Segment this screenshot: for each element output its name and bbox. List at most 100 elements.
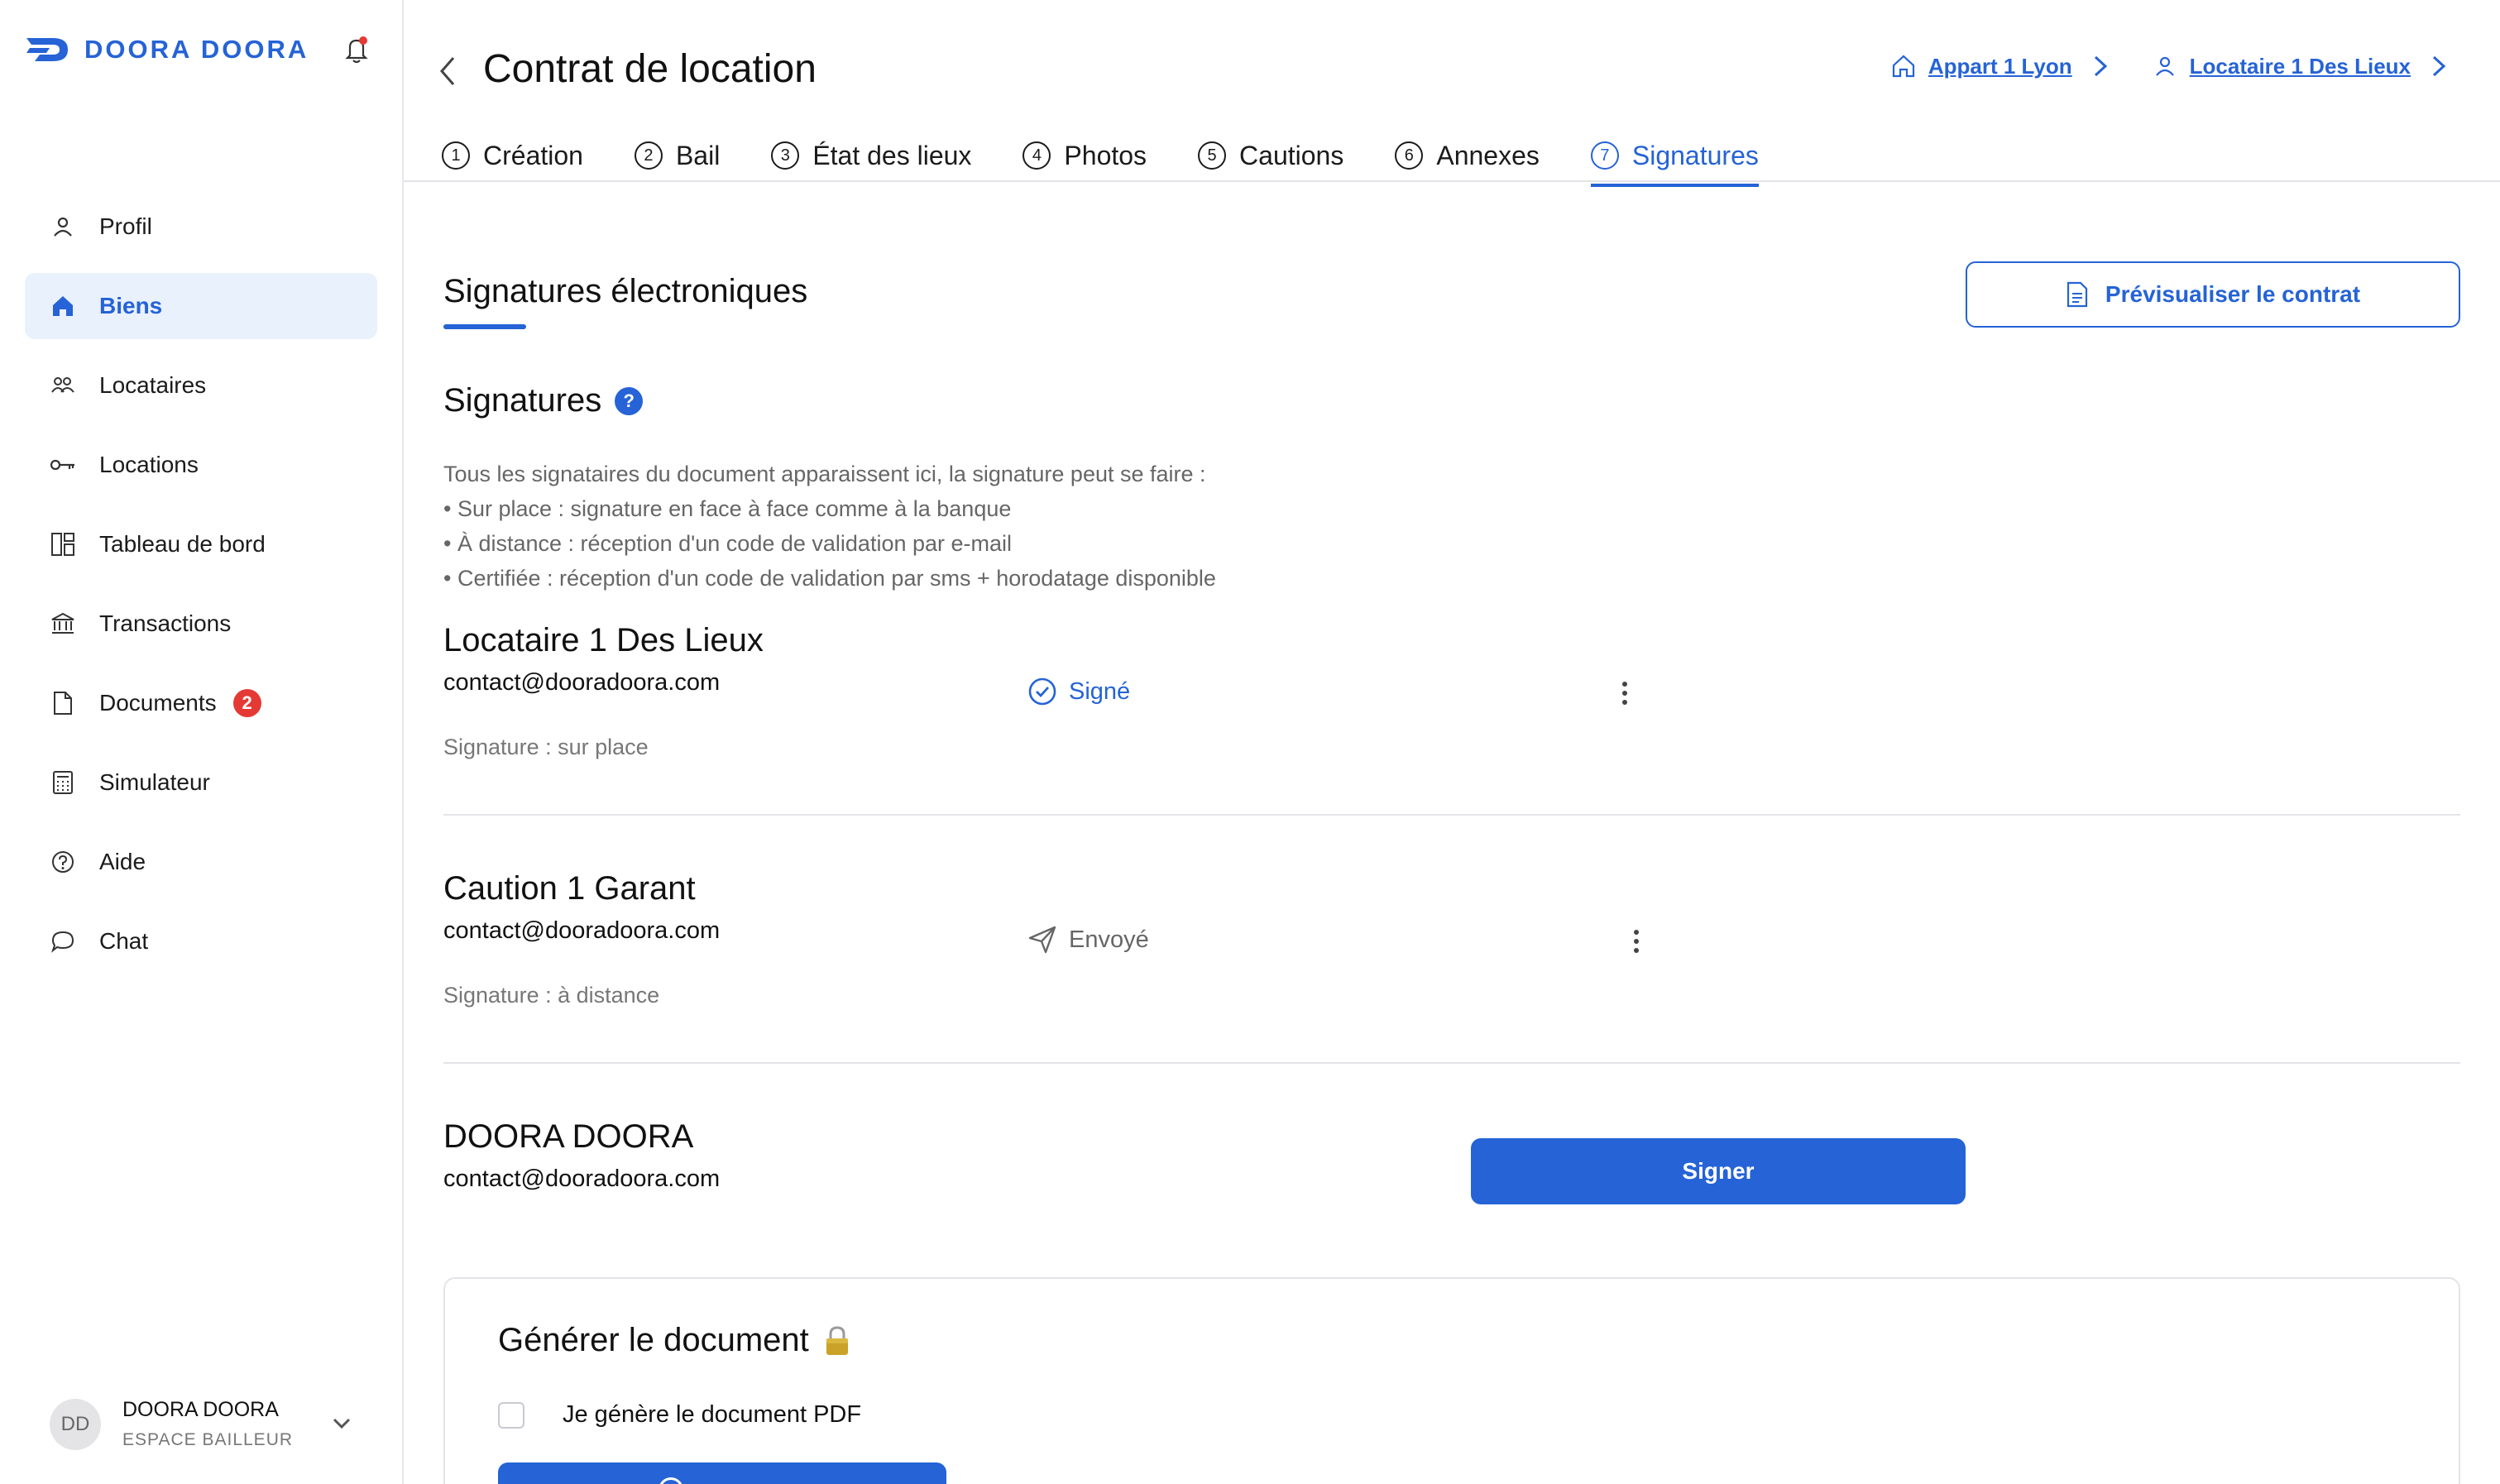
info-line: • À distance : réception d'un code de va… [443,531,1013,556]
avatar: DD [50,1398,101,1450]
send-icon [1028,926,1056,954]
breadcrumb-label: Appart 1 Lyon [1928,53,2072,79]
breadcrumb: Appart 1 Lyon Locataire 1 Des Lieux [1849,53,2449,79]
documents-count-badge: 2 [232,689,261,717]
back-arrow-icon[interactable] [435,55,460,88]
tab-signatures[interactable]: 7 Signatures [1590,132,1759,187]
step-number: 3 [771,141,800,170]
sidebar-item-label: Tableau de bord [99,531,266,557]
user-menu[interactable]: DD DOORA DOORA ESPACE BAILLEUR [50,1398,356,1450]
signer-row: Locataire 1 Des Lieux contact@dooradoora… [443,622,2460,760]
chevron-down-icon[interactable] [328,1410,356,1438]
section-title: Signatures électroniques [443,273,808,309]
tab-annexes[interactable]: 6 Annexes [1395,132,1540,179]
generate-pdf-checkbox[interactable] [498,1401,524,1429]
chevron-right-icon [2094,55,2107,77]
help-icon[interactable]: ? [615,386,644,415]
signer-email: contact@dooradoora.com [443,917,721,944]
tab-cautions[interactable]: 5 Cautions [1198,132,1343,179]
sidebar-item-transactions[interactable]: Transactions [25,591,377,657]
user-name: DOORA DOORA [122,1398,279,1421]
sidebar-item-label: Documents [99,690,217,716]
sidebar-item-aide[interactable]: Aide [25,829,377,895]
sidebar-item-simulateur[interactable]: Simulateur [25,749,377,816]
chevron-right-icon [2432,55,2446,77]
sidebar-item-documents[interactable]: Documents 2 [25,670,377,736]
signer-mode: Signature : sur place [443,735,649,759]
sidebar-item-profil[interactable]: Profil [25,194,377,260]
sign-button[interactable]: Signer [1471,1138,1966,1204]
breadcrumb-label: Locataire 1 Des Lieux [2189,53,2411,79]
check-circle-icon [1028,677,1056,706]
breadcrumb-property-link[interactable]: Appart 1 Lyon [1890,53,2110,79]
sidebar-item-locations[interactable]: Locations [25,432,377,498]
generate-document-card: Générer le document Je génère le documen… [443,1277,2460,1484]
logo[interactable]: DOORA DOORA [25,33,309,66]
status-label: Signé [1069,677,1131,705]
generate-pdf-label: Je génère le document PDF [563,1401,862,1428]
signatures-heading-text: Signatures [443,382,602,419]
preview-contract-label: Prévisualiser le contrat [2105,281,2361,307]
document-icon [2067,281,2088,308]
lock-icon [826,1325,848,1355]
signer-mode: Signature : à distance [443,983,660,1008]
info-line: Tous les signataires du document apparai… [443,462,1206,486]
sidebar-item-label: Simulateur [99,769,210,795]
sidebar-item-label: Biens [99,293,163,318]
user-icon [50,213,76,240]
document-icon [50,690,76,716]
signer-email: contact@dooradoora.com [443,669,721,696]
sidebar-item-label: Chat [99,928,149,954]
signer-divider [443,1062,2460,1064]
sidebar-item-label: Locataires [99,372,207,398]
calculator-icon [50,769,76,796]
signature-info: Tous les signataires du document apparai… [443,457,1216,596]
step-tabs: 1 Création 2 Bail 3 État des lieux 4 Photos … [442,132,1810,187]
logo-icon [26,38,68,61]
signer-name: DOORA DOORA [443,1118,694,1155]
sidebar-item-locataires[interactable]: Locataires [25,352,377,419]
sidebar-item-chat[interactable]: Chat [25,908,377,974]
tabs-divider [404,180,2500,182]
signer-divider [443,814,2460,816]
tab-label: État des lieux [812,140,972,170]
signer-name: Caution 1 Garant [443,870,696,907]
more-options-icon[interactable] [1631,926,1641,956]
step-number: 6 [1395,141,1424,170]
dashboard-icon [50,531,76,558]
tab-bail[interactable]: 2 Bail [634,132,721,179]
sidebar-item-biens[interactable]: Biens [25,273,377,339]
user-icon [2155,56,2174,76]
more-options-icon[interactable] [1620,678,1630,708]
sidebar-item-label: Profil [99,213,152,239]
sidebar-item-tableau-de-bord[interactable]: Tableau de bord [25,511,377,577]
tab-label: Cautions [1239,140,1344,170]
status-label: Envoyé [1069,926,1149,953]
generate-title-text: Générer le document [498,1322,809,1358]
tab-label: Annexes [1436,140,1540,170]
step-number: 2 [634,141,663,170]
sidebar-item-label: Aide [99,849,146,874]
info-line: • Sur place : signature en face à face c… [443,496,1012,521]
sidebar-item-label: Transactions [99,610,232,636]
generate-document-button[interactable] [498,1462,946,1484]
signatures-heading: Signatures ? [443,382,644,419]
preview-contract-button[interactable]: Prévisualiser le contrat [1966,261,2460,328]
signer-row: DOORA DOORA contact@dooradoora.com [443,1118,2460,1193]
tab-label: Bail [675,140,721,170]
bank-icon [50,610,76,637]
notification-bell-icon[interactable] [342,35,371,65]
step-number: 1 [442,141,470,170]
breadcrumb-tenant-link[interactable]: Locataire 1 Des Lieux [2152,53,2449,79]
logo-text: DOORA DOORA [84,35,309,64]
home-icon [50,293,76,319]
tab-etat-des-lieux[interactable]: 3 État des lieux [771,132,971,179]
help-icon [50,849,76,875]
tab-creation[interactable]: 1 Création [442,132,583,179]
info-line: • Certifiée : réception d'un code de val… [443,566,1216,591]
tab-label: Signatures [1631,140,1759,170]
chat-icon [50,928,76,955]
status-sent: Envoyé [1027,925,1149,955]
tab-photos[interactable]: 4 Photos [1023,132,1147,179]
people-icon [50,372,76,399]
